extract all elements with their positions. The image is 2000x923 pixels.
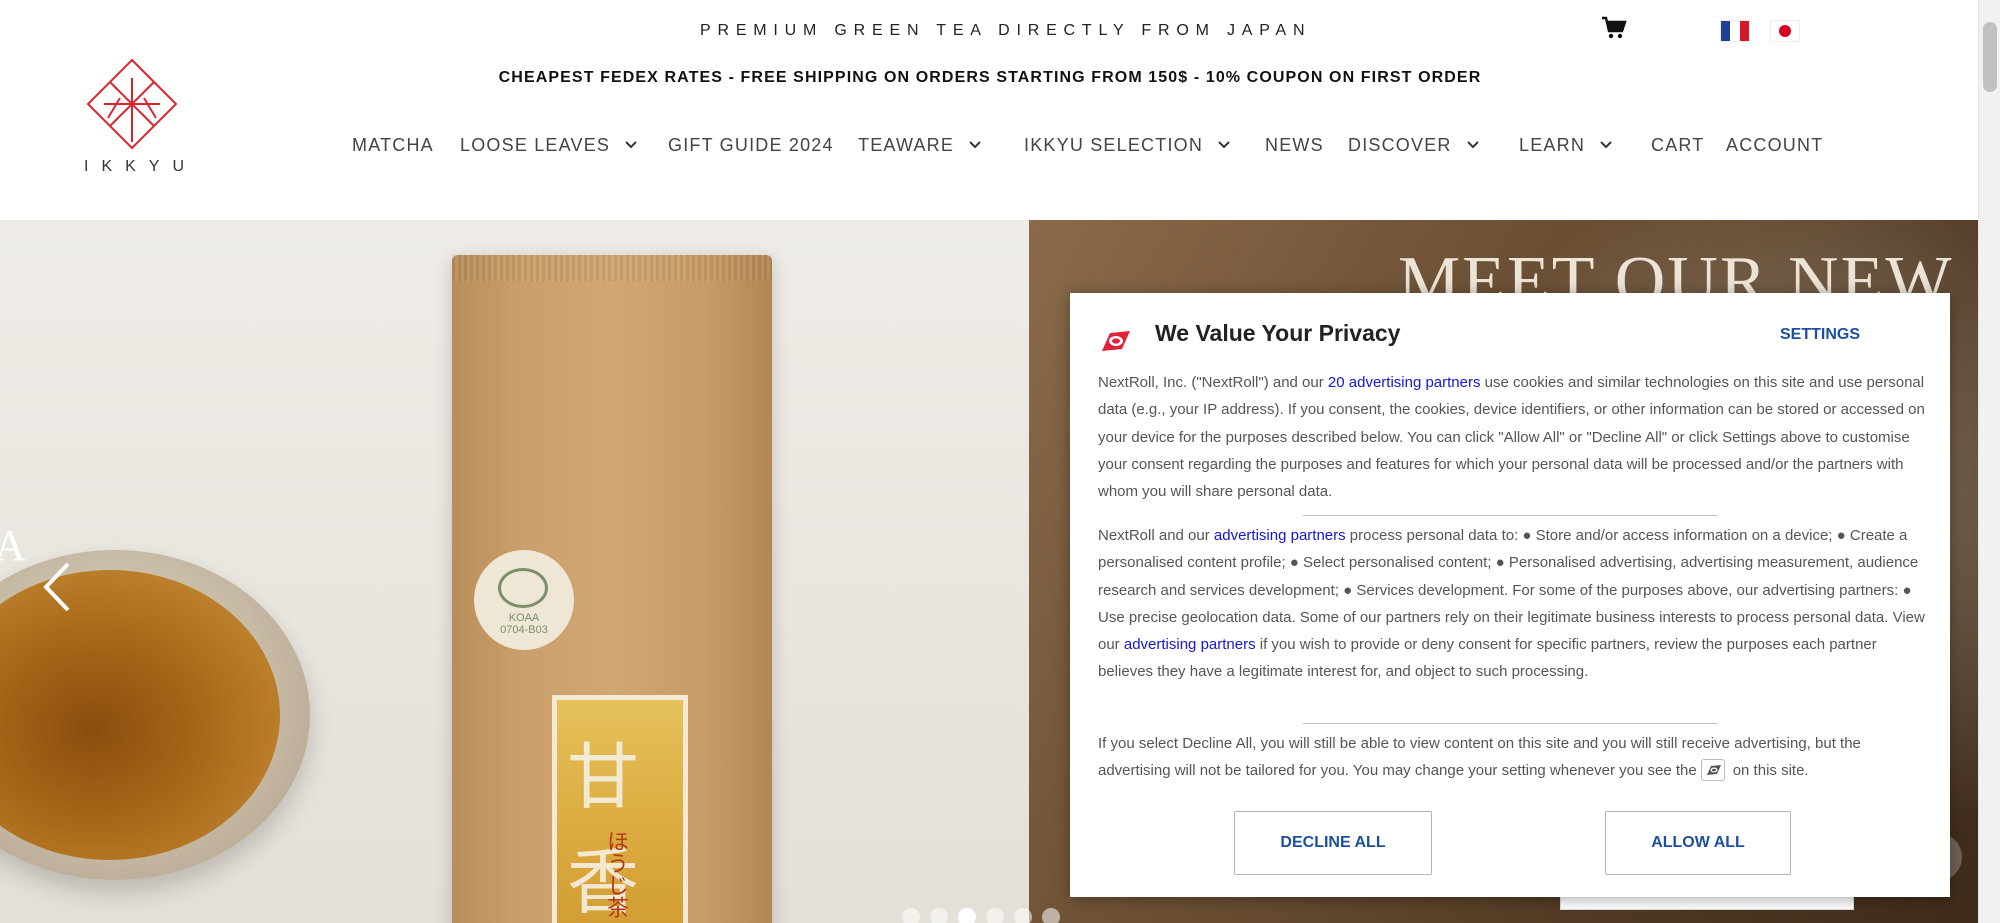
chevron-left-icon[interactable] <box>40 560 74 614</box>
site-header: PREMIUM GREEN TEA DIRECTLY FROM JAPAN CH… <box>0 0 1978 220</box>
nav-item-matcha[interactable]: MATCHA <box>352 130 434 160</box>
chevron-down-icon <box>1466 141 1479 149</box>
slider-dot[interactable] <box>1042 908 1060 923</box>
nav-item-cart[interactable]: CART <box>1651 130 1704 160</box>
nav-label: MATCHA <box>352 134 434 155</box>
hero-left-letter: A <box>0 521 26 570</box>
nav-label: TEAWARE <box>858 134 955 155</box>
consent-paragraph-2: NextRoll and our advertising partners pr… <box>1098 522 1926 686</box>
nav-label: GIFT GUIDE 2024 <box>668 134 834 155</box>
nav-label: CART <box>1651 134 1705 155</box>
slider-dot-active[interactable] <box>958 908 976 923</box>
page-scrollbar[interactable] <box>1978 0 2000 923</box>
slider-dot[interactable] <box>902 908 920 923</box>
consent-paragraph-1: NextRoll, Inc. ("NextRoll") and our 20 a… <box>1098 369 1926 505</box>
nav-label: NEWS <box>1265 134 1324 155</box>
nav-label: IKKYU SELECTION <box>1024 134 1204 155</box>
nav-label: LEARN <box>1519 134 1586 155</box>
site-logo[interactable]: IKKYU <box>72 58 192 178</box>
paragraph-text: NextRoll and our <box>1098 527 1214 544</box>
nav-label: DISCOVER <box>1348 134 1452 155</box>
dialog-title: We Value Your Privacy <box>1155 320 1401 346</box>
chevron-down-icon <box>1600 141 1612 149</box>
chevron-down-icon <box>625 141 637 149</box>
advertising-partners-link[interactable]: advertising partners <box>1124 636 1256 653</box>
french-flag-icon[interactable] <box>1720 20 1750 42</box>
japanese-flag-icon[interactable] <box>1770 20 1800 42</box>
paragraph-text: use cookies and similar technologies on … <box>1098 374 1925 501</box>
logo-text: IKKYU <box>84 158 198 175</box>
divider <box>1303 723 1717 724</box>
settings-button[interactable]: SETTINGS <box>1780 326 1860 344</box>
promo-banner: CHEAPEST FEDEX RATES - FREE SHIPPING ON … <box>498 69 1482 86</box>
hero-slide-left: KOAA 0704-B03 甘香 ほうじ茶 A <box>0 220 1029 923</box>
jas-seal: KOAA 0704-B03 <box>474 550 574 650</box>
seal-line: 0704-B03 <box>500 624 548 636</box>
nav-item-teaware[interactable]: TEAWARE <box>858 130 982 160</box>
nav-item-gift-guide[interactable]: GIFT GUIDE 2024 <box>668 130 834 160</box>
advertising-partners-link[interactable]: 20 advertising partners <box>1328 374 1481 391</box>
main-navigation: MATCHA LOOSE LEAVES GIFT GUIDE 2024 TEAW… <box>0 130 1978 160</box>
paragraph-text: process personal data to: ● Store and/or… <box>1098 527 1925 654</box>
scrollbar-thumb[interactable] <box>1983 22 1997 92</box>
slider-dots <box>902 908 1060 923</box>
nextroll-settings-icon[interactable] <box>1700 759 1725 782</box>
chevron-down-icon <box>969 141 981 149</box>
nav-label: LOOSE LEAVES <box>460 134 611 155</box>
tea-bag-label: 甘香 ほうじ茶 <box>552 695 688 923</box>
slider-dot[interactable] <box>986 908 1004 923</box>
nav-item-news[interactable]: NEWS <box>1265 130 1324 160</box>
slider-dot[interactable] <box>1014 908 1032 923</box>
paragraph-text: on this site. <box>1732 762 1809 780</box>
nav-item-discover[interactable]: DISCOVER <box>1348 130 1480 160</box>
allow-all-button[interactable]: ALLOW ALL <box>1605 811 1791 875</box>
nav-item-learn[interactable]: LEARN <box>1519 130 1613 160</box>
privacy-consent-dialog: We Value Your Privacy SETTINGS NextRoll,… <box>1070 293 1950 897</box>
shopping-cart-icon[interactable] <box>1601 16 1627 40</box>
paragraph-text: NextRoll, Inc. ("NextRoll") and our <box>1098 374 1328 391</box>
nav-item-loose-leaves[interactable]: LOOSE LEAVES <box>460 130 638 160</box>
nav-item-ikkyu-selection[interactable]: IKKYU SELECTION <box>1024 130 1231 160</box>
decline-all-button[interactable]: DECLINE ALL <box>1234 811 1432 875</box>
nav-item-account[interactable]: ACCOUNT <box>1726 130 1823 160</box>
slider-dot[interactable] <box>930 908 948 923</box>
seal-line: KOAA <box>508 612 540 624</box>
consent-paragraph-3: If you select Decline All, you will stil… <box>1098 730 1926 785</box>
nav-label: ACCOUNT <box>1726 134 1824 155</box>
advertising-partners-link[interactable]: advertising partners <box>1214 527 1346 544</box>
nextroll-logo-icon <box>1102 331 1130 351</box>
chevron-down-icon <box>1218 141 1230 149</box>
label-subtitle: ほうじ茶 <box>603 830 628 918</box>
header-tagline: PREMIUM GREEN TEA DIRECTLY FROM JAPAN <box>700 22 1312 39</box>
divider <box>1303 515 1717 516</box>
